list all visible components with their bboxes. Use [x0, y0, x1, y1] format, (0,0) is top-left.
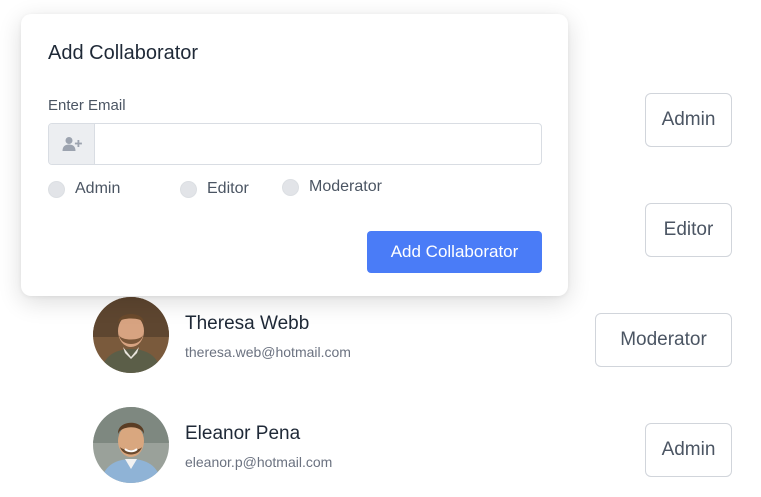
collaborator-name: Eleanor Pena: [185, 423, 301, 444]
role-button[interactable]: Moderator: [595, 313, 732, 367]
email-field[interactable]: [95, 124, 541, 164]
email-label: Enter Email: [48, 97, 126, 114]
radio-label: Admin: [75, 180, 121, 197]
add-collaborator-modal: Add Collaborator Enter Email Admin Edito…: [21, 14, 568, 296]
email-input-group: [48, 123, 542, 165]
radio-circle[interactable]: [48, 180, 65, 198]
radio-label: Moderator: [309, 178, 382, 195]
avatar-man-smiling-icon: [93, 407, 169, 483]
avatar: [93, 297, 169, 373]
add-collaborator-button[interactable]: Add Collaborator: [367, 231, 542, 273]
avatar: [93, 407, 169, 483]
collaborators-panel: Admin Editor Theresa Webb theresa.web@ho…: [0, 0, 761, 497]
collaborator-email: eleanor.p@hotmail.com: [185, 454, 333, 470]
add-user-icon: [49, 124, 95, 164]
radio-circle[interactable]: [180, 180, 197, 198]
role-button[interactable]: Admin: [645, 93, 732, 147]
modal-title: Add Collaborator: [48, 42, 199, 64]
radio-circle[interactable]: [282, 178, 299, 196]
avatar-man-beard-icon: [93, 297, 169, 373]
collaborator-name: Theresa Webb: [185, 313, 310, 334]
radio-admin[interactable]: Admin: [48, 180, 120, 198]
radio-editor[interactable]: Editor: [180, 180, 249, 198]
role-button[interactable]: Admin: [645, 423, 732, 477]
role-button[interactable]: Editor: [645, 203, 732, 257]
radio-moderator[interactable]: Moderator: [282, 178, 382, 196]
collaborator-email: theresa.web@hotmail.com: [185, 344, 351, 360]
radio-label: Editor: [207, 180, 249, 197]
